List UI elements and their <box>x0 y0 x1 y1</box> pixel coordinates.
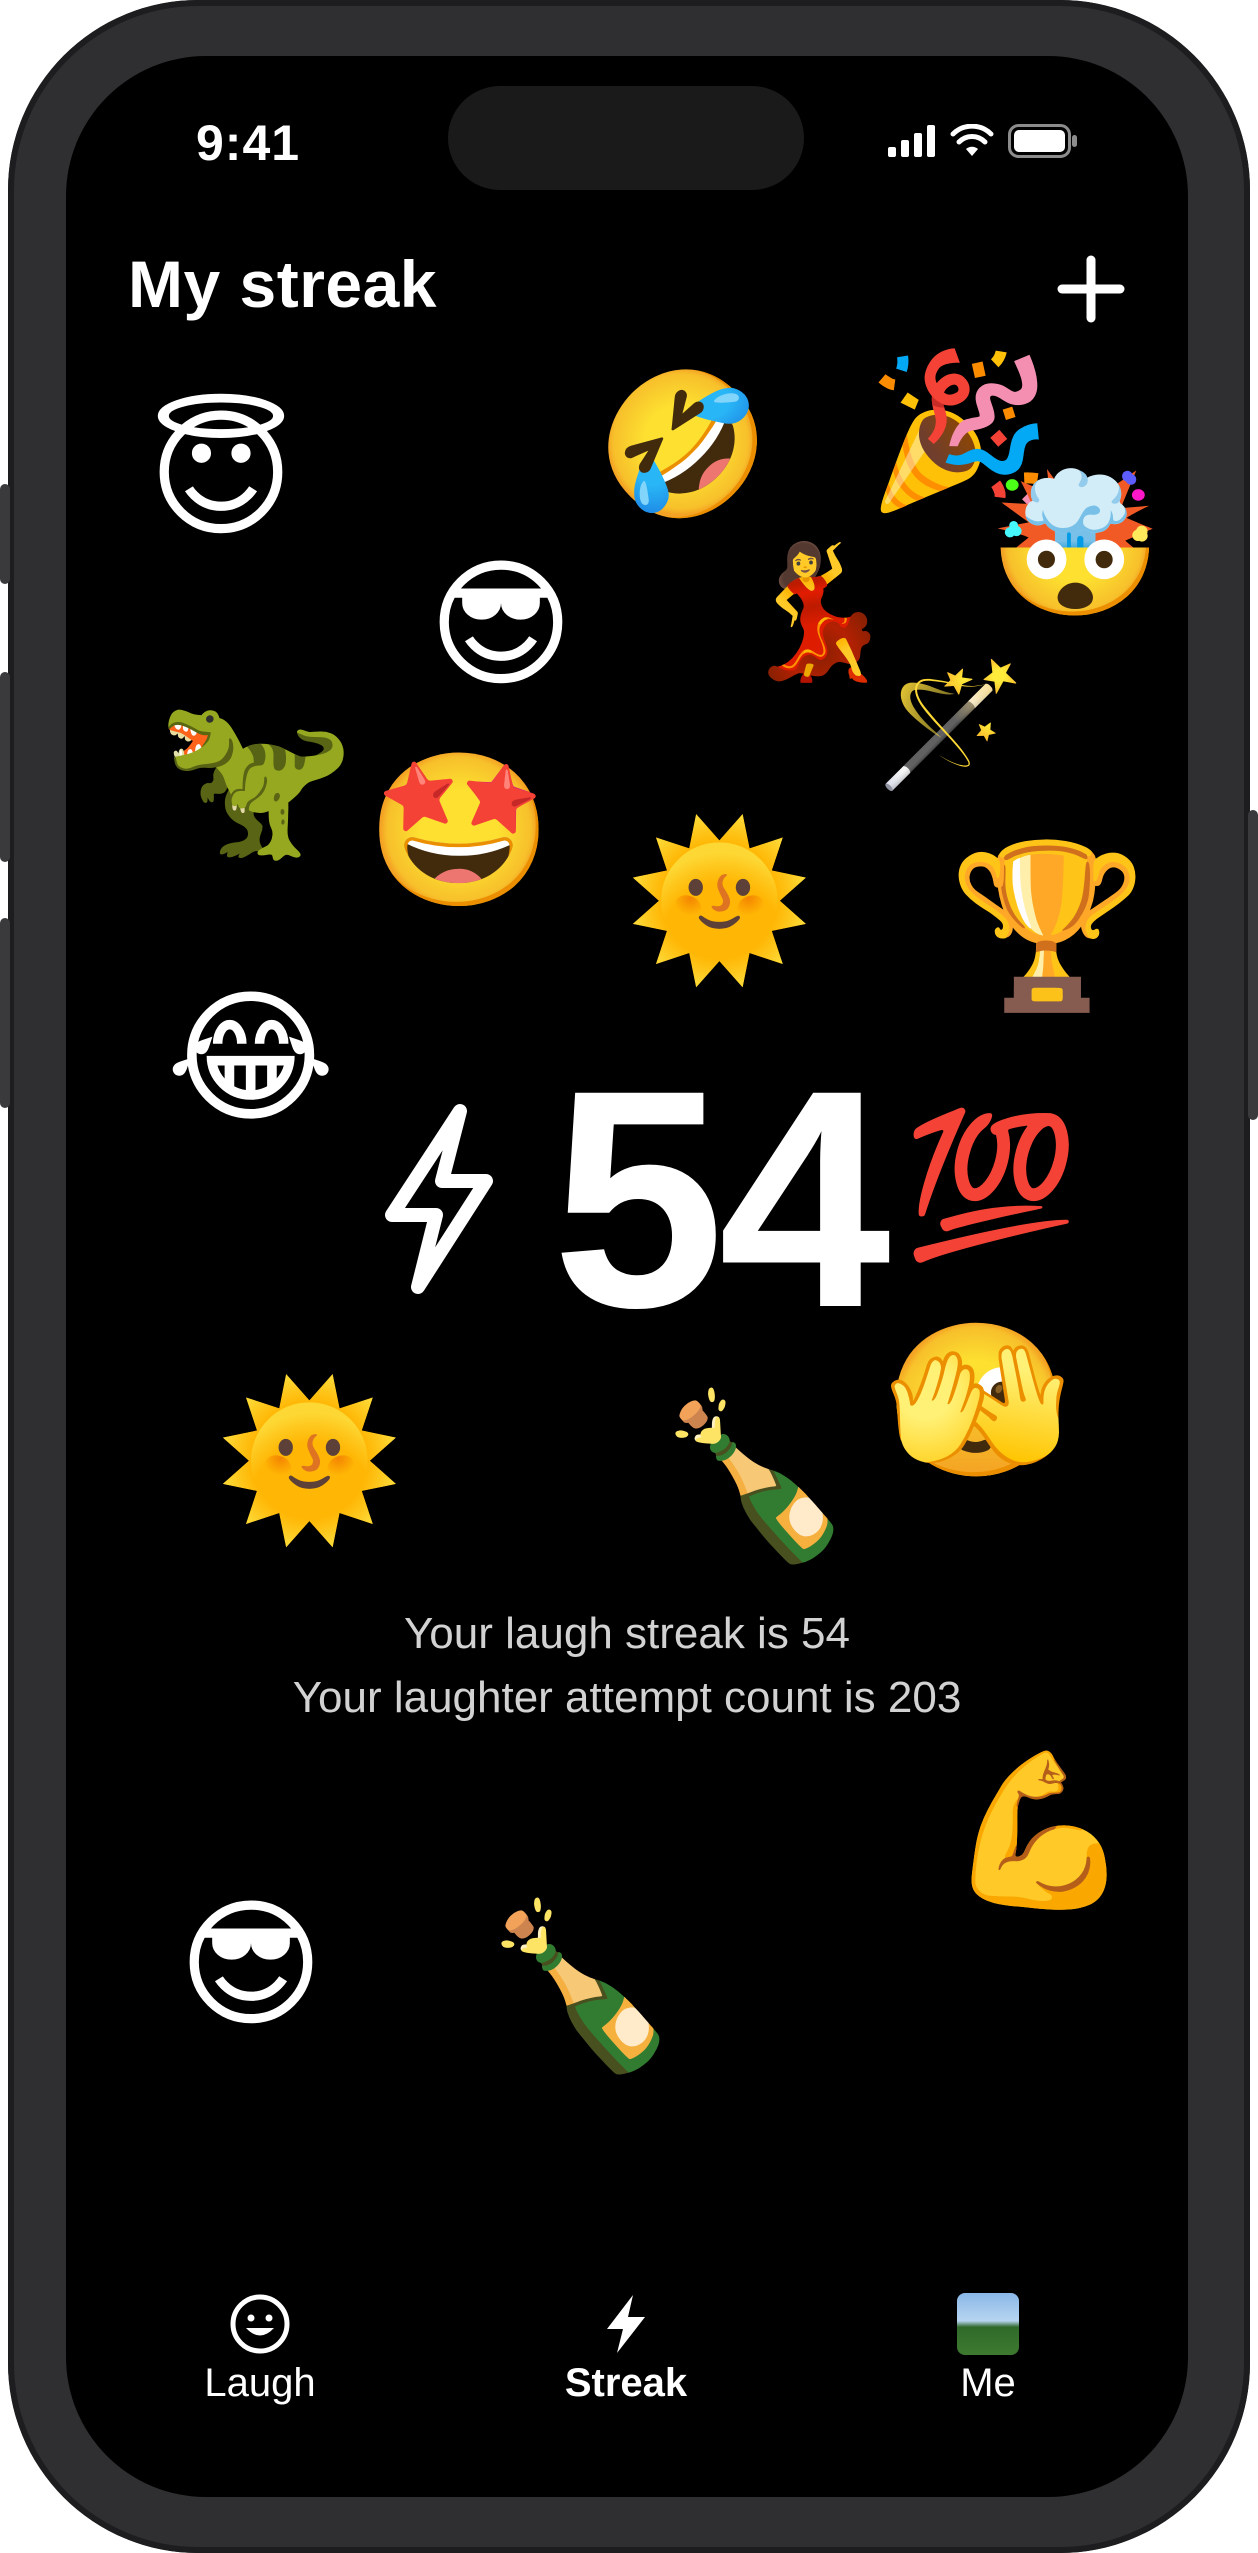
lightning-bolt-icon <box>607 2295 645 2353</box>
magic-wand-emoji: 🪄 <box>876 656 1026 795</box>
streak-display: 54 <box>374 1025 891 1372</box>
tab-me[interactable]: Me <box>878 2293 1098 2406</box>
champagne-emoji: 🍾 <box>656 1382 856 1569</box>
volume-up-button <box>0 672 10 862</box>
peeking-face-emoji: 🫣 <box>884 1314 1071 1488</box>
sun-face-emoji: 🌞 <box>626 814 813 988</box>
star-struck-emoji: 🤩 <box>366 744 553 918</box>
wifi-icon <box>950 124 994 156</box>
tab-bar: Laugh Streak Me <box>66 2197 1188 2497</box>
tab-label: Me <box>960 2361 1016 2405</box>
power-button <box>1248 810 1258 1120</box>
streak-summary-line: Your laugh streak is 54 <box>404 1609 850 1658</box>
volume-down-button <box>0 918 10 1108</box>
status-icons <box>888 124 1078 158</box>
sunglasses-face-emoji: 😎 <box>428 544 574 707</box>
status-time: 9:41 <box>196 115 301 171</box>
champagne-emoji-2: 🍾 <box>482 1892 682 2079</box>
tears-of-joy-emoji: 😂 <box>166 974 336 1143</box>
dancer-emoji: 💃 <box>736 535 898 687</box>
smiley-face-icon <box>230 2294 290 2354</box>
rolling-laugh-emoji: 🤣 <box>596 364 771 527</box>
streak-summary: Your laugh streak is 54 Your laughter at… <box>66 1602 1188 1730</box>
tab-label: Streak <box>564 2361 688 2405</box>
lightning-bolt-icon <box>385 1104 493 1294</box>
cellular-signal-icon <box>888 125 935 157</box>
tab-laugh[interactable]: Laugh <box>150 2293 370 2406</box>
halo-face-emoji: 😇 <box>148 394 294 557</box>
t-rex-emoji: 🦖 <box>156 682 356 869</box>
tab-streak[interactable]: Streak <box>516 2293 736 2406</box>
add-button[interactable] <box>1056 254 1126 324</box>
app-screen: 9:41 My streak 😇 🤣 🎉 🤯 😎 💃 🪄 🦖 🤩 🌞 🏆 😂 💯… <box>66 56 1188 2497</box>
streak-count: 54 <box>552 1025 891 1372</box>
plus-icon <box>1057 255 1125 323</box>
hundred-points-emoji: 💯 <box>904 1104 1079 1267</box>
dynamic-island <box>448 86 804 190</box>
exploding-head-emoji: 🤯 <box>988 464 1163 627</box>
flexed-biceps-emoji: 💪 <box>946 1744 1133 1918</box>
avatar <box>957 2293 1019 2355</box>
sun-face-emoji-2: 🌞 <box>216 1374 403 1548</box>
sunglasses-face-emoji-2: 😎 <box>178 1884 324 2047</box>
trophy-emoji: 🏆 <box>948 832 1148 1019</box>
action-button <box>0 484 10 584</box>
battery-icon <box>1008 124 1077 158</box>
tab-label: Laugh <box>204 2361 316 2405</box>
attempt-summary-line: Your laughter attempt count is 203 <box>292 1673 962 1722</box>
page-title: My streak <box>128 247 438 321</box>
